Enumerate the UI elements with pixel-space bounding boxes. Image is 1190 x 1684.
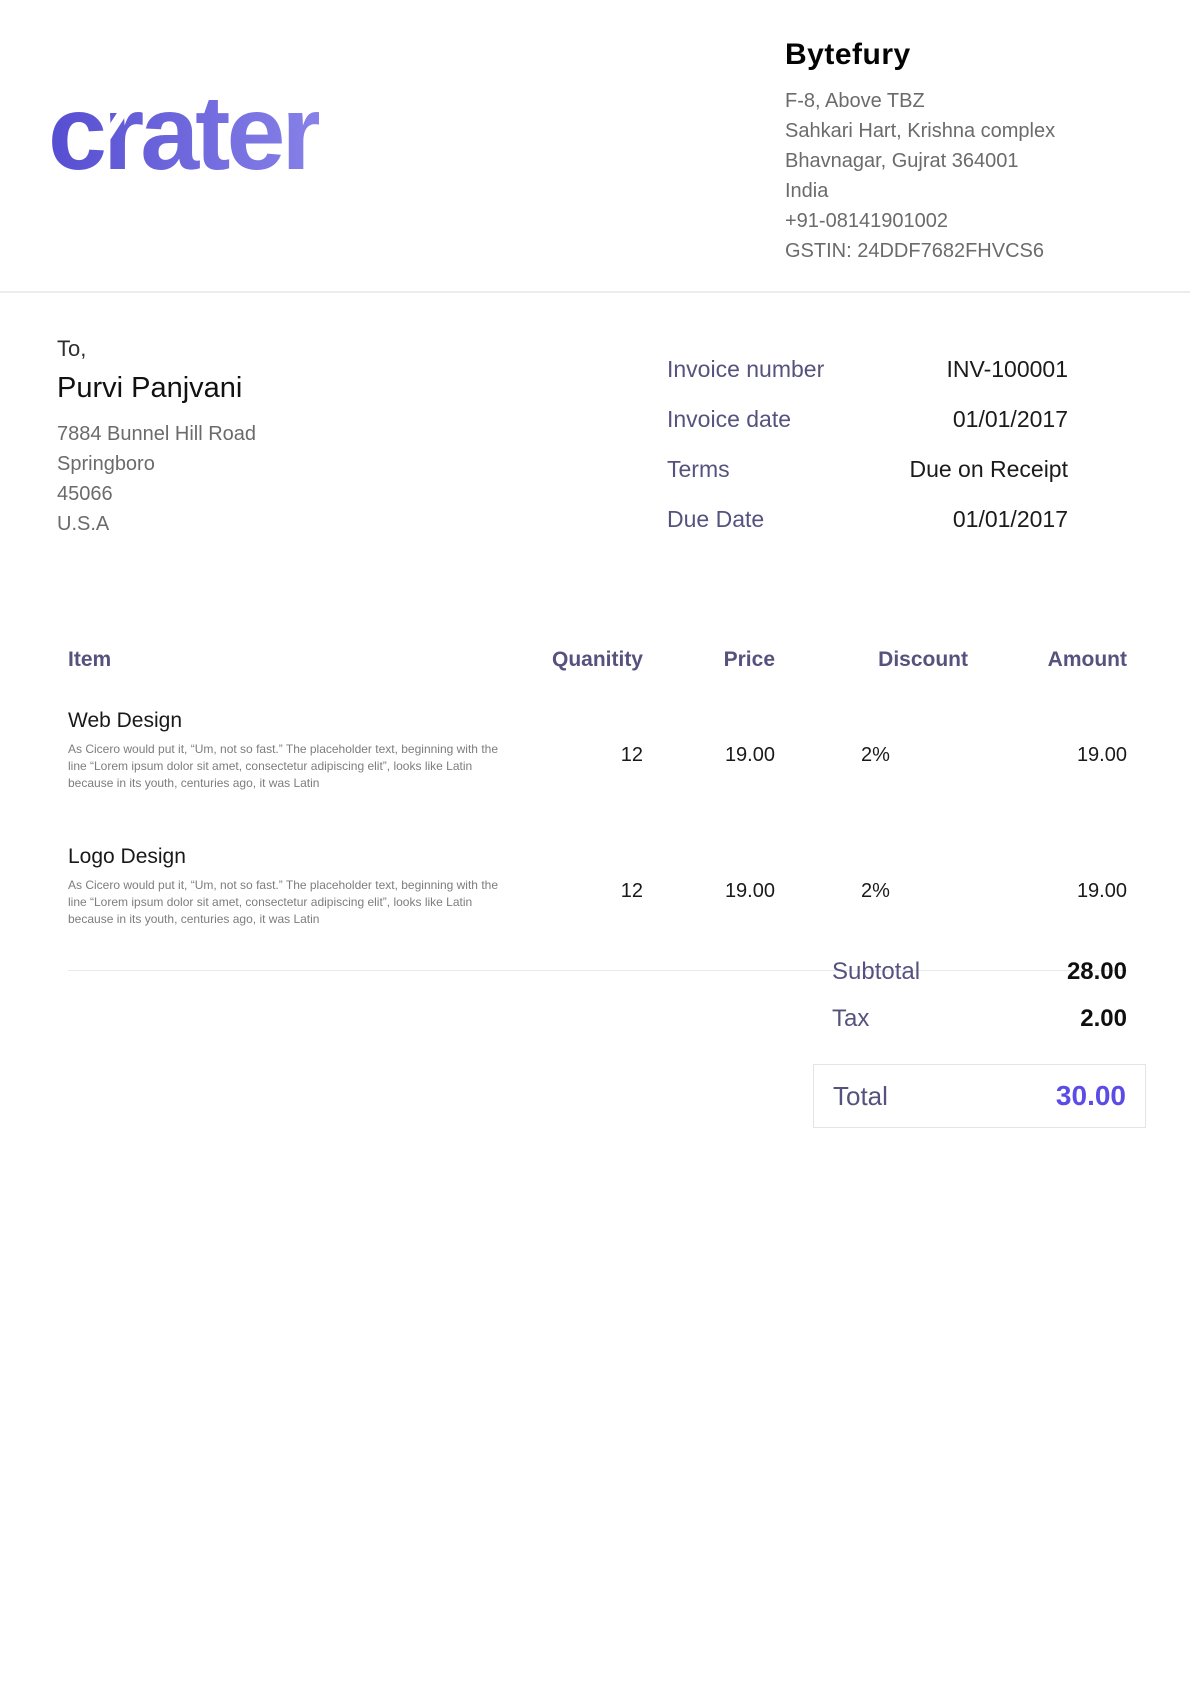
item-cell: Web Design As Cicero would put it, “Um, … — [68, 708, 518, 792]
terms-label: Terms — [667, 456, 730, 483]
invoice-number-value: INV-100001 — [947, 356, 1068, 383]
customer-address-line: 7884 Bunnel Hill Road — [57, 419, 256, 449]
company-address-line: Sahkari Hart, Krishna complex — [785, 116, 1055, 146]
crater-logo: crater — [48, 80, 518, 200]
tax-value: 2.00 — [1080, 1005, 1127, 1033]
item-amount: 19.00 — [968, 708, 1127, 767]
customer-name: Purvi Panjvani — [57, 372, 256, 405]
company-phone: +91-08141901002 — [785, 206, 1055, 236]
column-header-quantity: Quanitity — [518, 648, 643, 672]
item-cell: Logo Design As Cicero would put it, “Um,… — [68, 844, 518, 928]
item-description: As Cicero would put it, “Um, not so fast… — [68, 741, 518, 792]
invoice-header: crater Bytefury F-8, Above TBZ Sahkari H… — [0, 0, 1190, 293]
bill-to-block: To, Purvi Panjvani 7884 Bunnel Hill Road… — [57, 336, 256, 539]
customer-address-line: Springboro — [57, 449, 256, 479]
total-label: Total — [833, 1081, 888, 1112]
column-header-price: Price — [643, 648, 775, 672]
column-header-item: Item — [68, 648, 518, 672]
total-box: Total 30.00 — [813, 1064, 1146, 1128]
invoice-date-label: Invoice date — [667, 406, 791, 433]
column-header-amount: Amount — [968, 648, 1127, 672]
invoice-meta-block: Invoice number INV-100001 Invoice date 0… — [667, 356, 1068, 556]
company-info-block: Bytefury F-8, Above TBZ Sahkari Hart, Kr… — [785, 38, 1055, 266]
item-name: Logo Design — [68, 844, 518, 870]
item-price: 19.00 — [643, 708, 775, 767]
company-address-line: F-8, Above TBZ — [785, 86, 1055, 116]
totals-block: Subtotal 28.00 Tax 2.00 Total 30.00 — [813, 958, 1146, 1128]
item-discount: 2% — [775, 844, 968, 903]
subtotal-label: Subtotal — [832, 958, 920, 986]
tax-label: Tax — [832, 1005, 869, 1033]
item-description: As Cicero would put it, “Um, not so fast… — [68, 877, 518, 928]
terms-value: Due on Receipt — [909, 456, 1068, 483]
company-address-line: Bhavnagar, Gujrat 364001 — [785, 146, 1055, 176]
company-gstin: GSTIN: 24DDF7682FHVCS6 — [785, 236, 1055, 266]
item-discount: 2% — [775, 708, 968, 767]
subtotal-value: 28.00 — [1067, 958, 1127, 986]
subtotal-row: Subtotal 28.00 — [813, 958, 1146, 987]
item-amount: 19.00 — [968, 844, 1127, 903]
bill-to-label: To, — [57, 336, 256, 362]
company-address-line: India — [785, 176, 1055, 206]
due-date-value: 01/01/2017 — [953, 506, 1068, 533]
items-table: Item Quanitity Price Discount Amount Web… — [68, 648, 1127, 971]
items-table-header: Item Quanitity Price Discount Amount — [68, 648, 1127, 672]
logo-slice-decoration — [442, 124, 481, 178]
table-row: Web Design As Cicero would put it, “Um, … — [68, 708, 1127, 792]
table-row: Logo Design As Cicero would put it, “Um,… — [68, 844, 1127, 928]
column-header-discount: Discount — [775, 648, 968, 672]
customer-address-line: 45066 — [57, 479, 256, 509]
item-name: Web Design — [68, 708, 518, 734]
invoice-date-row: Invoice date 01/01/2017 — [667, 406, 1068, 434]
tax-row: Tax 2.00 — [813, 1005, 1146, 1034]
invoice-number-row: Invoice number INV-100001 — [667, 356, 1068, 384]
item-price: 19.00 — [643, 844, 775, 903]
due-date-label: Due Date — [667, 506, 764, 533]
item-quantity: 12 — [518, 708, 643, 767]
company-name: Bytefury — [785, 38, 1055, 72]
item-quantity: 12 — [518, 844, 643, 903]
terms-row: Terms Due on Receipt — [667, 456, 1068, 484]
crater-logo-text: crater — [48, 80, 319, 186]
customer-address-line: U.S.A — [57, 509, 256, 539]
total-value: 30.00 — [1056, 1080, 1126, 1112]
due-date-row: Due Date 01/01/2017 — [667, 506, 1068, 534]
invoice-number-label: Invoice number — [667, 356, 824, 383]
invoice-date-value: 01/01/2017 — [953, 406, 1068, 433]
